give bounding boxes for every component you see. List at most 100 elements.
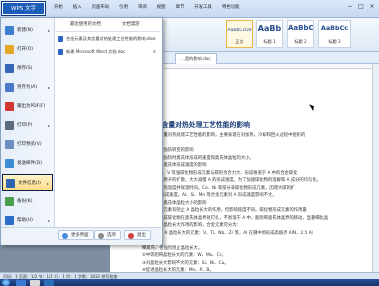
doc-paragraph-line: 显著减慢碳原子的扩散，大大减慢 A 的形成速度。为了加速碳化物的溶解和 A 成分… [142,178,321,183]
file-menu-item[interactable]: 打开(O) [2,41,53,58]
maximize-button[interactable]: □ [356,2,366,11]
print-icon [5,121,14,130]
style-label: 标题 3 [328,39,341,44]
style-normal[interactable]: AaBbCcDd 正文 [226,20,253,48]
document-tab[interactable]: ...是的影响.doc [175,53,217,64]
file-menu-item-label: 打印(P) [17,123,33,128]
close-button[interactable]: × [367,2,377,11]
doc-file-icon [58,49,63,55]
menu-tab[interactable]: 审阅 [133,1,152,14]
style-heading-2[interactable]: AaBbC 标题 2 [287,20,314,48]
file-menu-item-label: 保存(S) [17,66,33,71]
minimize-button[interactable]: − [345,2,355,11]
menu-tabs: 开始 插入 页面布局 引用 审阅 视图 章节 开发工具 特色功能 [49,1,245,14]
doc-paragraph-line: 大多数合金元素有阻止 A 晶粒长大的作用，但影响程度不同。碳化物形成元素的作用最 [142,208,307,213]
taskbar [0,279,379,286]
save-as-icon [5,83,14,92]
file-menu-item-label: 新建(N) [17,28,33,33]
recent-document-label: 合金元素及其含量对热处理工艺性能的影响.doc [66,36,155,41]
file-menu-item[interactable]: 新建(N) ▸ [2,22,53,39]
start-button-icon[interactable] [2,279,10,286]
folder-icon[interactable] [30,280,40,286]
exit-button[interactable]: 退出 [124,230,151,240]
pin-icon[interactable]: ⊕ [152,46,156,58]
file-menu-item-label: 输出为PDF(F) [17,104,46,109]
save-icon [5,64,14,73]
button-label: 退出 [137,233,146,238]
doc-paragraph-line: ③对晶粒长大影响不大的元素：Si、Ni、Cu。 [142,260,229,266]
style-sample: AaBbC [288,24,313,32]
new-icon [5,26,14,35]
wps-app-button[interactable]: WPS 文字 [1,1,46,16]
more-button[interactable]: 更多界面 [58,230,94,240]
menu-tab[interactable]: 特色功能 [217,1,245,14]
style-heading-3[interactable]: AaBbCc 标题 3 [318,20,351,48]
options-icon [98,233,104,239]
menu-tab[interactable]: 开发工具 [189,1,217,14]
document-roaming-header[interactable]: 文档漫游 [122,20,140,30]
menu-tab[interactable]: 开始 [49,1,68,14]
mail-icon [5,159,14,168]
file-menu-item[interactable]: 另存为(A) ▸ [2,79,53,96]
style-label: 正文 [235,39,244,44]
open-icon [5,45,14,54]
recent-documents-header: 最近使用的文档 [70,22,101,27]
recent-document-item[interactable]: 合金元素及其含量对热处理工艺性能的影响.doc ⊕ [56,33,160,45]
menu-tab[interactable]: 视图 [152,1,171,14]
file-info-icon [6,179,15,188]
menu-tab[interactable]: 章节 [171,1,190,14]
exit-icon [128,233,134,239]
submenu-arrow-icon: ▸ [47,85,50,90]
doc-paragraph-line: 明显，因形成碳化物在奥氏体晶界处钉扎，不易溶于 A 中，能阻碍奥氏体晶界的移动，… [142,215,329,221]
doc-paragraph-line: ②中等阻碍晶粒长大的元素：W、Mo、Cr。 [142,253,226,258]
doc-title: 及其含量对热处理工艺性能的影响 [148,121,250,129]
style-label: 标题 1 [263,39,276,44]
submenu-arrow-icon: ▸ [47,123,50,128]
menu-tab[interactable]: 插入 [68,1,87,14]
style-sample: AaBb [257,24,282,33]
doc-paragraph-line: 需要提高加热温度并保温时间。Co、Ni 等部分非碳化物形成元素，因增大碳的扩 [142,185,296,191]
button-label: 更多界面 [71,233,89,238]
recent-document-item[interactable]: 新建 Microsoft Word 文档.doc ⊕ [56,46,160,58]
explorer-icon[interactable] [16,280,26,286]
file-menu-item-label: 另存为(A) [17,85,38,90]
pdf-icon [5,102,14,111]
file-menu-item[interactable]: 保存(S) [2,60,53,77]
wps-taskbar-icon[interactable] [44,280,54,286]
style-sample: AaBbCc [320,24,349,32]
vertical-scrollbar[interactable] [372,64,379,272]
doc-paragraph-line: r、Mo、W、V 等强碳化物形成元素与碳的亲合力大，形成难溶于 A 中的合金碳化 [142,170,298,176]
print-preview-icon [5,140,14,149]
file-menu-item[interactable]: 输出为PDF(F) [2,98,53,115]
file-menu-item-label: 文件信息(I) [18,181,41,186]
backup-icon [5,197,14,206]
help-icon [5,216,14,225]
file-menu-item[interactable]: 发送邮件(D) [2,155,53,172]
recent-document-label: 新建 Microsoft Word 文档.doc [66,49,126,54]
submenu-arrow-icon: ▸ [46,181,49,186]
doc-paragraph-line: ①强烈阻止 A 晶粒长大的元素：V、Ti、Nb、Zr 等，Al 在钢中易形成高熔… [142,230,313,236]
file-menu-item-label: 发送邮件(D) [17,161,42,166]
doc-paragraph-line: 细奥氏，也强烈阻止晶粒长大。 [142,245,203,251]
doc-paragraph-line: 元素及其含量对热处理工艺性能的影响，主要表现在对加热、冷却和回火过程中组织的 [142,133,306,138]
submenu-arrow-icon: ▸ [47,28,50,33]
file-menu-item-label: 打印预览(V) [17,142,42,147]
menu-tab[interactable]: 引用 [114,1,133,14]
file-menu-item[interactable]: 打印(P) ▸ [2,117,53,134]
status-bar: 页码：1 页面：1/2 节：1/1 行：1 列：1 字数：1832 拼写检查 [0,272,379,279]
doc-file-icon [58,36,63,42]
style-label: 标题 2 [294,39,307,44]
file-menu-item-label: 备份(K) [17,199,33,204]
file-menu-item[interactable]: 备份(K) [2,193,53,210]
divider [56,31,160,32]
style-heading-1[interactable]: AaBb 标题 1 [256,20,283,48]
more-icon [62,233,68,239]
options-button[interactable]: 选项 [94,230,121,240]
pin-icon[interactable]: ⊕ [152,33,156,45]
menu-tab[interactable]: 页面布局 [87,1,115,14]
file-menu-item[interactable]: 打印预览(V) [2,136,53,153]
file-menu-item-label: 打开(O) [17,47,34,52]
style-sample: AaBbCcDd [227,28,252,33]
button-label: 选项 [107,233,116,238]
file-menu-item[interactable]: 文件信息(I) ▸ [2,174,53,191]
